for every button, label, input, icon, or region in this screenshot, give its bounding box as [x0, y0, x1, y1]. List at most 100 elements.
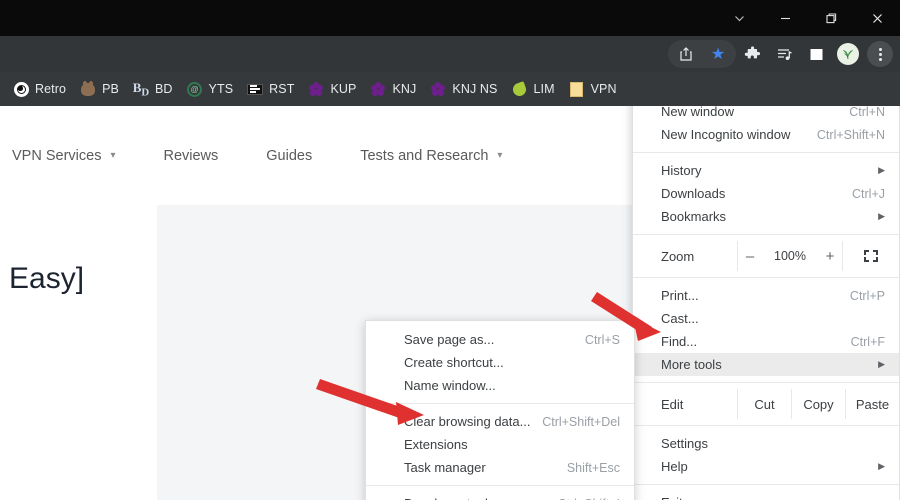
menu-item-label: Print...	[661, 288, 699, 303]
folder-icon	[569, 81, 585, 97]
submenu-item-task-manager[interactable]: Task manager Shift+Esc	[366, 456, 634, 479]
submenu-item-label: Clear browsing data...	[404, 414, 531, 429]
menu-item-downloads[interactable]: Downloads Ctrl+J	[633, 182, 899, 205]
menu-item-new-incognito-window[interactable]: New Incognito window Ctrl+Shift+N	[633, 123, 899, 146]
chevron-down-icon: ▾	[497, 150, 503, 161]
submenu-item-label: Extensions	[404, 437, 468, 452]
bookmark-label: PB	[102, 82, 119, 96]
bookmark-yts[interactable]: @ YTS	[180, 76, 241, 102]
site-nav-items: VPN Services ▾ Reviews Guides Tests and …	[0, 148, 526, 164]
cut-button[interactable]: Cut	[737, 389, 791, 419]
edit-label: Edit	[661, 396, 684, 412]
zoom-out-button[interactable]: –	[743, 248, 757, 265]
restore-button[interactable]	[808, 0, 854, 36]
submenu-item-label: Save page as...	[404, 332, 495, 347]
menu-item-cast[interactable]: Cast...	[633, 307, 899, 330]
more-tools-submenu[interactable]: Save page as... Ctrl+S Create shortcut..…	[365, 320, 635, 500]
submenu-item-extensions[interactable]: Extensions	[366, 433, 634, 456]
chevron-right-icon: ▶	[878, 359, 885, 369]
chrome-menu-icon[interactable]	[865, 40, 895, 68]
globe-icon	[13, 81, 29, 97]
menu-item-more-tools[interactable]: More tools ▶	[633, 353, 899, 376]
menu-item-accelerator: Ctrl+F	[850, 334, 885, 349]
yts-icon: @	[187, 81, 203, 97]
avatar	[837, 43, 859, 65]
menu-item-label: New Incognito window	[661, 127, 791, 142]
fullscreen-button[interactable]	[843, 241, 899, 271]
close-button[interactable]	[854, 0, 900, 36]
bookmark-kup[interactable]: KUP	[301, 76, 363, 102]
bookmark-knj[interactable]: KNJ	[363, 76, 423, 102]
grape-icon	[308, 81, 324, 97]
media-playlist-icon[interactable]	[769, 40, 799, 68]
submenu-separator	[366, 403, 634, 404]
menu-edit-row: Edit Cut Copy Paste	[633, 389, 899, 419]
bookmark-label: YTS	[208, 82, 234, 96]
submenu-item-create-shortcut[interactable]: Create shortcut...	[366, 351, 634, 374]
menu-separator	[633, 277, 899, 278]
site-nav-item-guides[interactable]: Guides	[242, 148, 336, 164]
site-nav-label: Guides	[266, 147, 313, 164]
menu-item-settings[interactable]: Settings	[633, 432, 899, 455]
submenu-item-save-page-as[interactable]: Save page as... Ctrl+S	[366, 328, 634, 351]
bookmark-retro[interactable]: Retro	[6, 76, 73, 102]
share-icon[interactable]	[671, 40, 701, 68]
bookmark-rst[interactable]: RST	[240, 76, 301, 102]
zoom-in-button[interactable]: +	[823, 248, 837, 265]
bookmark-lim[interactable]: LIM	[504, 76, 561, 102]
chevron-right-icon: ▶	[878, 165, 885, 175]
menu-item-find[interactable]: Find... Ctrl+F	[633, 330, 899, 353]
menu-item-label: Settings	[661, 436, 708, 451]
lime-icon	[511, 80, 528, 98]
menu-item-bookmarks[interactable]: Bookmarks ▶	[633, 205, 899, 228]
profile-avatar[interactable]	[833, 40, 863, 68]
chrome-main-menu[interactable]: New tab Ctrl+T New window Ctrl+N New Inc…	[632, 68, 900, 500]
site-nav-item-vpn-services[interactable]: VPN Services ▾	[0, 148, 139, 164]
bookmarks-bar: Retro PB BD BD @ YTS RST KUP KNJ KNJ NS	[0, 72, 900, 106]
bookmark-label: KNJ NS	[452, 82, 498, 96]
side-panel-icon[interactable]	[801, 40, 831, 68]
menu-item-label: Exit	[661, 495, 885, 500]
submenu-item-label: Developer tools	[404, 496, 557, 500]
submenu-item-accelerator: Ctrl+Shift+Del	[542, 414, 620, 429]
menu-item-exit[interactable]: Exit	[633, 491, 899, 500]
menu-item-print[interactable]: Print... Ctrl+P	[633, 284, 899, 307]
menu-item-accelerator: Ctrl+P	[849, 288, 885, 303]
bookmark-knj-ns[interactable]: KNJ NS	[423, 76, 504, 102]
bookmark-bd[interactable]: BD BD	[126, 76, 180, 102]
grape-icon	[430, 81, 446, 97]
window-controls	[716, 0, 900, 36]
menu-item-help[interactable]: Help ▶	[633, 455, 899, 478]
submenu-item-developer-tools[interactable]: Developer tools Ctrl+Shift+I	[366, 492, 634, 500]
paste-button[interactable]: Paste	[845, 389, 899, 419]
grape-icon	[370, 81, 386, 97]
minimize-button[interactable]	[762, 0, 808, 36]
site-nav-item-tests-and-research[interactable]: Tests and Research ▾	[336, 148, 526, 164]
menu-zoom-row: Zoom – 100% +	[633, 241, 899, 271]
submenu-separator	[366, 485, 634, 486]
bookmark-label: Retro	[35, 82, 67, 96]
menu-dots-button	[867, 41, 893, 67]
bookmark-label: RST	[269, 82, 295, 96]
tab-search-button[interactable]	[716, 0, 762, 36]
bookmark-pb[interactable]: PB	[73, 76, 126, 102]
submenu-item-accelerator: Shift+Esc	[566, 460, 620, 475]
bookmark-folder-vpn[interactable]: VPN	[562, 76, 624, 102]
bookmark-label: LIM	[533, 82, 555, 96]
zoom-controls: – 100% +	[737, 241, 843, 271]
bookmark-star-icon[interactable]: ★	[703, 40, 733, 68]
extensions-puzzle-icon[interactable]	[737, 40, 767, 68]
page-title: l Easy]	[0, 262, 85, 295]
bd-letters-icon: BD	[132, 79, 150, 99]
submenu-item-clear-browsing-data[interactable]: Clear browsing data... Ctrl+Shift+Del	[366, 410, 634, 433]
share-bookmark-group: ★	[668, 40, 736, 68]
menu-item-label: History	[661, 163, 702, 178]
copy-button[interactable]: Copy	[791, 389, 845, 419]
menu-item-history[interactable]: History ▶	[633, 159, 899, 182]
menu-separator	[633, 234, 899, 235]
menu-item-label: New window	[661, 104, 734, 119]
site-nav-item-reviews[interactable]: Reviews	[139, 148, 242, 164]
chevron-right-icon: ▶	[878, 211, 885, 221]
submenu-item-name-window[interactable]: Name window...	[366, 374, 634, 397]
chevron-down-icon: ▾	[110, 150, 116, 161]
